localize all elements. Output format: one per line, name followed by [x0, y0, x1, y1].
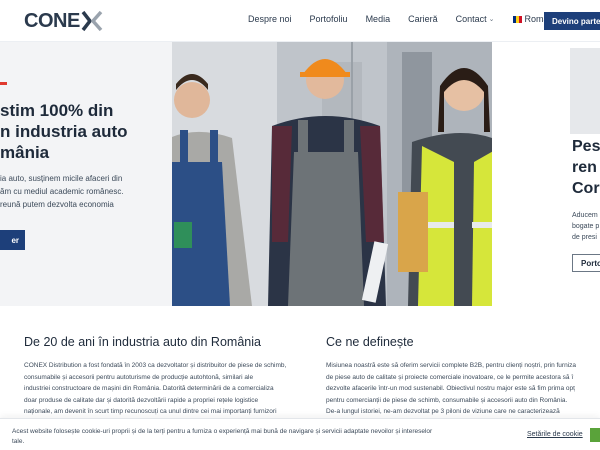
hero-slide-left: stim 100% din n industria auto mânia ia …: [0, 42, 172, 306]
hero-text-line: reună putem dezvolta economia: [0, 200, 114, 209]
values-section-title: Ce ne definește: [326, 335, 414, 349]
nav-despre-noi[interactable]: Despre noi: [248, 14, 292, 24]
chevron-down-icon: ⌄: [488, 16, 495, 23]
slide-image-placeholder: [570, 48, 600, 134]
cookie-banner: Acest website folosește cookie-uri propr…: [0, 418, 600, 450]
about-text-line: doar produse de calitate dar și datorită…: [24, 396, 259, 404]
about-text-line: CONEX Distribution a fost fondată în 200…: [24, 362, 287, 369]
main-nav: Despre noi Portofoliu Media Carieră Cont…: [248, 14, 584, 24]
hero-slide-right: Pes ren Cor Aducem bogate p de presi Por…: [492, 42, 600, 306]
slide-text-line: bogate p: [572, 223, 600, 230]
slide-title-line: Cor: [572, 180, 600, 197]
hero-text-line: ia auto, susținem micile afaceri din: [0, 174, 123, 183]
nav-media[interactable]: Media: [366, 14, 391, 24]
about-section-title: De 20 de ani în industria auto din Român…: [24, 335, 261, 349]
values-text-line: dezvolte afacerile într-un mod sustenabi…: [326, 385, 575, 393]
workers-photo: [172, 42, 492, 306]
about-text-line: naționale, am devenit în scurt timp recu…: [24, 408, 277, 416]
slide-title: Pes ren Cor: [572, 136, 600, 199]
values-text-line: De-a lungul istoriei, ne-am dezvoltat pe…: [326, 408, 560, 416]
become-partner-button[interactable]: Devino partener: [544, 12, 600, 30]
slide-description: Aducem bogate p de presi: [572, 210, 599, 243]
slide-title-line: Pes: [572, 138, 600, 155]
nav-portofoliu[interactable]: Portofoliu: [310, 14, 348, 24]
values-text-line: de piese auto de calitate și proiecte co…: [326, 373, 574, 381]
nav-contact[interactable]: Contact ⌄: [456, 14, 495, 24]
cookie-settings-link[interactable]: Setările de cookie: [527, 431, 583, 438]
hero-slider: stim 100% din n industria auto mânia ia …: [0, 42, 600, 306]
hero-title-line: n industria auto: [0, 122, 128, 141]
hero-cta-button[interactable]: er: [0, 230, 25, 250]
values-section-text: Misiunea noastră este să oferim servicii…: [326, 360, 600, 418]
hero-title-line: stim 100% din: [0, 101, 114, 120]
hero-text-line: ăm cu mediul academic românesc.: [0, 187, 124, 196]
cookie-accept-button[interactable]: [590, 428, 600, 442]
values-text-line: Misiunea noastră este să oferim servicii…: [326, 362, 576, 369]
hero-title: stim 100% din n industria auto mânia: [0, 100, 172, 163]
hero-description: ia auto, susținem micile afaceri din ăm …: [0, 172, 172, 211]
conex-logo[interactable]: CONE: [24, 9, 103, 33]
nav-contact-label: Contact: [455, 14, 487, 24]
values-text-line: pentru comercianții de piese de schimb, …: [326, 396, 568, 404]
site-header: CONE Despre noi Portofoliu Media Carieră…: [0, 0, 600, 42]
about-text-line: consumabile și accesorii pentru autoturi…: [24, 373, 254, 381]
cookie-message: Acest website folosește cookie-uri propr…: [12, 428, 433, 445]
logo-wordmark: CONE: [24, 9, 80, 32]
romania-flag-icon: [512, 15, 522, 23]
slide-text-line: Aducem: [572, 212, 598, 219]
workers-photo-illustration: [172, 42, 492, 306]
about-text-line: industriei constructoare de mașini din R…: [24, 385, 274, 393]
logo-x-icon: [81, 10, 103, 32]
nav-cariera[interactable]: Carieră: [408, 14, 438, 24]
accent-mark: [0, 82, 7, 85]
hero-title-line: mânia: [0, 143, 50, 162]
about-section-text: CONEX Distribution a fost fondată în 200…: [24, 360, 316, 418]
slide-text-line: de presi: [572, 234, 597, 241]
portfolio-button[interactable]: Portof: [572, 254, 600, 272]
slide-title-line: ren: [572, 159, 597, 176]
